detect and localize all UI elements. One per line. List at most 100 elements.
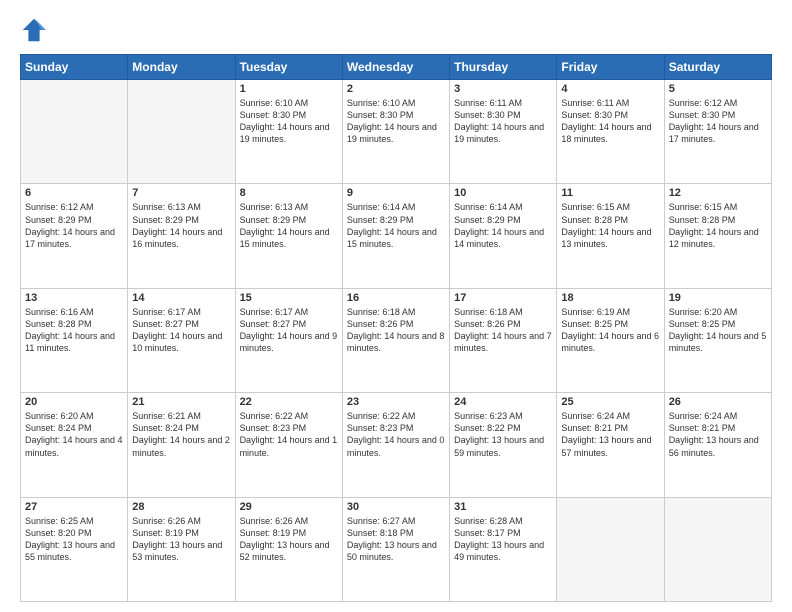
calendar-cell: 21Sunrise: 6:21 AMSunset: 8:24 PMDayligh… <box>128 393 235 497</box>
calendar-cell: 1 Sunrise: 6:10 AMSunset: 8:30 PMDaylight… <box>235 80 342 184</box>
calendar-cell: 8Sunrise: 6:13 AMSunset: 8:29 PMDaylight… <box>235 184 342 288</box>
day-number: 24 <box>454 396 552 408</box>
day-number: 7 <box>132 187 230 199</box>
calendar-table: SundayMondayTuesdayWednesdayThursdayFrid… <box>20 54 772 602</box>
calendar-cell: 2Sunrise: 6:10 AMSunset: 8:30 PMDaylight… <box>342 80 449 184</box>
week-row-2: 13 Sunrise: 6:16 AMSunset: 8:28 PMDayligh… <box>21 288 772 392</box>
day-number: 26 <box>669 396 767 408</box>
day-number: 3 <box>454 83 552 95</box>
week-row-1: 6 Sunrise: 6:12 AMSunset: 8:29 PMDaylight… <box>21 184 772 288</box>
calendar-cell: 15 Sunrise: 6:17 AMSunset: 8:27 PMDayligh… <box>235 288 342 392</box>
cell-info: Sunrise: 6:28 AMSunset: 8:17 PMDaylight:… <box>454 516 544 562</box>
cell-info: Sunrise: 6:15 AMSunset: 8:28 PMDaylight:… <box>561 202 651 248</box>
header <box>20 16 772 44</box>
calendar-cell: 16 Sunrise: 6:18 AMSunset: 8:26 PMDayligh… <box>342 288 449 392</box>
day-number: 25 <box>561 396 659 408</box>
day-number: 27 <box>25 501 123 513</box>
cell-info: Sunrise: 6:12 AMSunset: 8:30 PMDaylight:… <box>669 98 759 144</box>
day-header-monday: Monday <box>128 55 235 80</box>
day-number: 30 <box>347 501 445 513</box>
cell-info: Sunrise: 6:10 AMSunset: 8:30 PMDaylight:… <box>240 98 330 144</box>
day-number: 31 <box>454 501 552 513</box>
cell-info: Sunrise: 6:11 AMSunset: 8:30 PMDaylight:… <box>454 98 544 144</box>
day-number: 5 <box>669 83 767 95</box>
day-number: 29 <box>240 501 338 513</box>
cell-info: Sunrise: 6:18 AMSunset: 8:26 PMDaylight:… <box>454 307 552 353</box>
cell-info: Sunrise: 6:24 AMSunset: 8:21 PMDaylight:… <box>669 411 759 457</box>
day-number: 10 <box>454 187 552 199</box>
cell-info: Sunrise: 6:23 AMSunset: 8:22 PMDaylight:… <box>454 411 544 457</box>
day-number: 6 <box>25 187 123 199</box>
day-number: 16 <box>347 292 445 304</box>
day-number: 15 <box>240 292 338 304</box>
cell-info: Sunrise: 6:25 AMSunset: 8:20 PMDaylight:… <box>25 516 115 562</box>
calendar-cell: 19 Sunrise: 6:20 AMSunset: 8:25 PMDayligh… <box>664 288 771 392</box>
day-number: 21 <box>132 396 230 408</box>
day-number: 22 <box>240 396 338 408</box>
calendar-cell: 20 Sunrise: 6:20 AMSunset: 8:24 PMDayligh… <box>21 393 128 497</box>
day-number: 20 <box>25 396 123 408</box>
calendar-cell: 23 Sunrise: 6:22 AMSunset: 8:23 PMDayligh… <box>342 393 449 497</box>
day-header-wednesday: Wednesday <box>342 55 449 80</box>
logo-icon <box>20 16 48 44</box>
calendar-cell: 4Sunrise: 6:11 AMSunset: 8:30 PMDaylight… <box>557 80 664 184</box>
calendar-cell <box>557 497 664 601</box>
day-number: 9 <box>347 187 445 199</box>
cell-info: Sunrise: 6:26 AMSunset: 8:19 PMDaylight:… <box>132 516 222 562</box>
calendar-cell: 29 Sunrise: 6:26 AMSunset: 8:19 PMDayligh… <box>235 497 342 601</box>
day-number: 11 <box>561 187 659 199</box>
calendar-cell: 5 Sunrise: 6:12 AMSunset: 8:30 PMDaylight… <box>664 80 771 184</box>
day-number: 17 <box>454 292 552 304</box>
cell-info: Sunrise: 6:13 AMSunset: 8:29 PMDaylight:… <box>132 202 222 248</box>
cell-info: Sunrise: 6:24 AMSunset: 8:21 PMDaylight:… <box>561 411 651 457</box>
cell-info: Sunrise: 6:12 AMSunset: 8:29 PMDaylight:… <box>25 202 115 248</box>
calendar-cell: 6 Sunrise: 6:12 AMSunset: 8:29 PMDaylight… <box>21 184 128 288</box>
cell-info: Sunrise: 6:22 AMSunset: 8:23 PMDaylight:… <box>347 411 445 457</box>
calendar-cell: 14 Sunrise: 6:17 AMSunset: 8:27 PMDayligh… <box>128 288 235 392</box>
calendar-cell: 17 Sunrise: 6:18 AMSunset: 8:26 PMDayligh… <box>450 288 557 392</box>
calendar-cell: 13 Sunrise: 6:16 AMSunset: 8:28 PMDayligh… <box>21 288 128 392</box>
cell-info: Sunrise: 6:16 AMSunset: 8:28 PMDaylight:… <box>25 307 115 353</box>
calendar-cell: 31 Sunrise: 6:28 AMSunset: 8:17 PMDayligh… <box>450 497 557 601</box>
calendar-cell: 9 Sunrise: 6:14 AMSunset: 8:29 PMDaylight… <box>342 184 449 288</box>
cell-info: Sunrise: 6:17 AMSunset: 8:27 PMDaylight:… <box>132 307 222 353</box>
calendar-cell: 30Sunrise: 6:27 AMSunset: 8:18 PMDayligh… <box>342 497 449 601</box>
day-number: 19 <box>669 292 767 304</box>
calendar-cell <box>21 80 128 184</box>
cell-info: Sunrise: 6:22 AMSunset: 8:23 PMDaylight:… <box>240 411 338 457</box>
day-number: 8 <box>240 187 338 199</box>
day-number: 14 <box>132 292 230 304</box>
cell-info: Sunrise: 6:20 AMSunset: 8:24 PMDaylight:… <box>25 411 123 457</box>
days-header-row: SundayMondayTuesdayWednesdayThursdayFrid… <box>21 55 772 80</box>
cell-info: Sunrise: 6:17 AMSunset: 8:27 PMDaylight:… <box>240 307 338 353</box>
week-row-3: 20 Sunrise: 6:20 AMSunset: 8:24 PMDayligh… <box>21 393 772 497</box>
day-number: 23 <box>347 396 445 408</box>
day-number: 12 <box>669 187 767 199</box>
cell-info: Sunrise: 6:20 AMSunset: 8:25 PMDaylight:… <box>669 307 767 353</box>
cell-info: Sunrise: 6:15 AMSunset: 8:28 PMDaylight:… <box>669 202 759 248</box>
calendar-cell: 25 Sunrise: 6:24 AMSunset: 8:21 PMDayligh… <box>557 393 664 497</box>
calendar-cell: 12 Sunrise: 6:15 AMSunset: 8:28 PMDayligh… <box>664 184 771 288</box>
week-row-0: 1 Sunrise: 6:10 AMSunset: 8:30 PMDaylight… <box>21 80 772 184</box>
calendar-cell: 7 Sunrise: 6:13 AMSunset: 8:29 PMDaylight… <box>128 184 235 288</box>
day-header-tuesday: Tuesday <box>235 55 342 80</box>
week-row-4: 27 Sunrise: 6:25 AMSunset: 8:20 PMDayligh… <box>21 497 772 601</box>
cell-info: Sunrise: 6:19 AMSunset: 8:25 PMDaylight:… <box>561 307 659 353</box>
cell-info: Sunrise: 6:14 AMSunset: 8:29 PMDaylight:… <box>347 202 437 248</box>
logo <box>20 16 52 44</box>
calendar-cell: 18Sunrise: 6:19 AMSunset: 8:25 PMDayligh… <box>557 288 664 392</box>
calendar-cell: 11 Sunrise: 6:15 AMSunset: 8:28 PMDayligh… <box>557 184 664 288</box>
page: SundayMondayTuesdayWednesdayThursdayFrid… <box>0 0 792 612</box>
day-number: 1 <box>240 83 338 95</box>
calendar-cell: 22 Sunrise: 6:22 AMSunset: 8:23 PMDayligh… <box>235 393 342 497</box>
calendar-cell <box>128 80 235 184</box>
calendar-cell: 26 Sunrise: 6:24 AMSunset: 8:21 PMDayligh… <box>664 393 771 497</box>
cell-info: Sunrise: 6:11 AMSunset: 8:30 PMDaylight:… <box>561 98 651 144</box>
cell-info: Sunrise: 6:26 AMSunset: 8:19 PMDaylight:… <box>240 516 330 562</box>
calendar-cell: 27 Sunrise: 6:25 AMSunset: 8:20 PMDayligh… <box>21 497 128 601</box>
calendar-cell: 28Sunrise: 6:26 AMSunset: 8:19 PMDayligh… <box>128 497 235 601</box>
day-number: 13 <box>25 292 123 304</box>
day-header-saturday: Saturday <box>664 55 771 80</box>
cell-info: Sunrise: 6:18 AMSunset: 8:26 PMDaylight:… <box>347 307 445 353</box>
day-header-friday: Friday <box>557 55 664 80</box>
